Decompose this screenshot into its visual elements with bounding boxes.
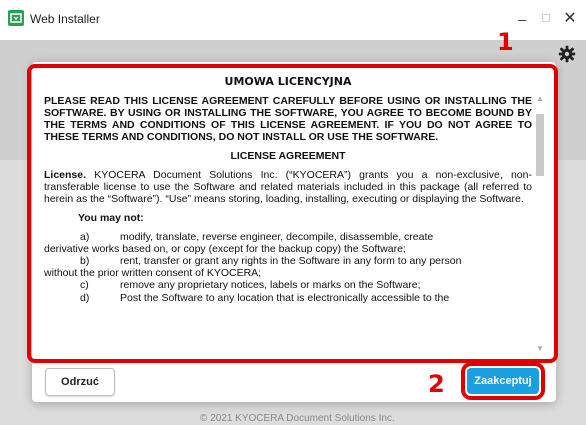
list-item-text: Post the Software to any location that i… — [120, 291, 450, 304]
license-heading: UMOWA LICENCYJNA — [224, 75, 352, 88]
window-title: Web Installer — [30, 12, 100, 26]
list-item-continuation: derivative works based on, or copy (exce… — [44, 243, 406, 256]
list-item-label: b) — [80, 255, 90, 268]
list-item-text: rent, transfer or grant any rights in th… — [120, 255, 462, 268]
license-text: KYOCERA Document Solutions Inc. (“KYOCER… — [44, 168, 532, 206]
license-scrollbar[interactable]: ▲ ▼ — [534, 94, 546, 356]
license-text-area[interactable]: UMOWA LICENCYJNA PLEASE READ THIS LICENS… — [44, 72, 532, 356]
app-icon — [8, 10, 24, 26]
license-subheading: LICENSE AGREEMENT — [230, 149, 346, 162]
gear-icon[interactable] — [558, 45, 576, 63]
list-item-continuation: without the prior written consent of KYO… — [44, 267, 262, 280]
you-may-not-heading: You may not: — [78, 212, 144, 225]
list-item: d) Post the Software to any location tha… — [44, 292, 532, 304]
list-item-text: modify, translate, reverse engineer, dec… — [120, 231, 434, 244]
list-item: c) remove any proprietary notices, label… — [44, 279, 532, 291]
close-button[interactable]: ✕ — [556, 8, 584, 30]
list-item-label: d) — [80, 291, 90, 304]
reject-button[interactable]: Odrzuć — [45, 368, 115, 396]
scrollbar-thumb[interactable] — [536, 114, 544, 176]
license-intro: PLEASE READ THIS LICENSE AGREEMENT CAREF… — [44, 94, 532, 143]
accept-button[interactable]: Zaakceptuj — [467, 368, 539, 394]
list-item-text: remove any proprietary notices, labels o… — [120, 279, 421, 292]
footer-copyright: © 2021 KYOCERA Document Solutions Inc. — [200, 413, 395, 424]
callout-number-2: 2 — [428, 370, 445, 398]
list-item-label: c) — [80, 279, 89, 292]
list-item: a) modify, translate, reverse engineer, … — [44, 231, 532, 243]
license-paragraph: License. KYOCERA Document Solutions Inc.… — [44, 169, 532, 205]
callout-number-1: 1 — [497, 28, 514, 56]
scroll-up-arrow-icon[interactable]: ▲ — [534, 94, 546, 106]
scroll-down-arrow-icon[interactable]: ▼ — [534, 344, 546, 356]
list-item-label: a) — [80, 231, 90, 244]
license-label: License. — [44, 168, 87, 181]
list-item: b) rent, transfer or grant any rights in… — [44, 255, 532, 267]
